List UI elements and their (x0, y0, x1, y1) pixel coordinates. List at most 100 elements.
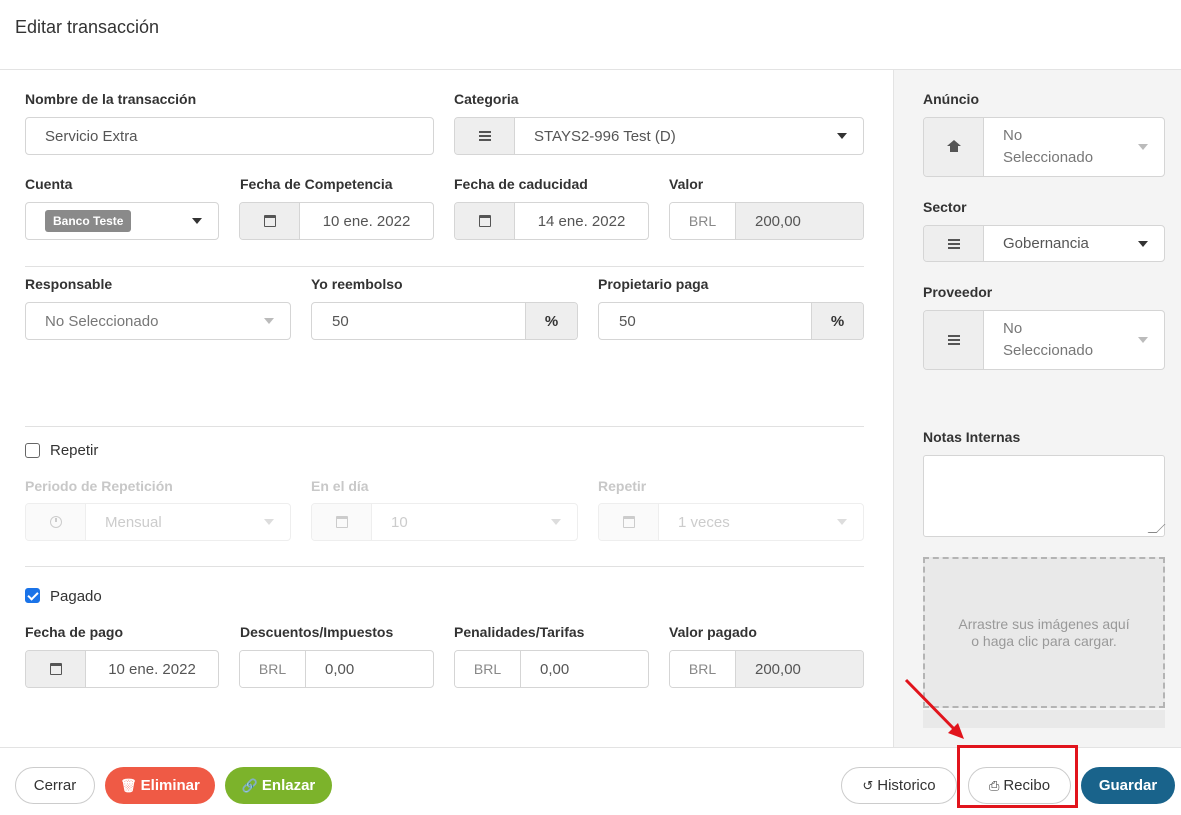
chevron-down-icon (264, 318, 274, 324)
provider-value: No Seleccionado (1003, 320, 1094, 359)
transaction-name-value: Servicio Extra (45, 127, 138, 145)
due-date-label: Fecha de caducidad (454, 176, 588, 192)
link-icon: 🔗 (241, 777, 258, 793)
history-button[interactable]: ↺ Historico (841, 767, 957, 804)
chevron-down-icon (1138, 144, 1148, 150)
repeat-times-value: 1 veces (678, 513, 730, 531)
sector-select[interactable]: Gobernancia (923, 225, 1165, 262)
repeat-day-value: 10 (391, 513, 408, 531)
competence-date-label: Fecha de Competencia (240, 176, 393, 192)
divider (25, 266, 864, 267)
discounts-value: 0,00 (325, 660, 355, 678)
close-button-label: Cerrar (33, 777, 77, 794)
calendar-icon (455, 203, 515, 239)
history-icon: ↺ (862, 777, 874, 793)
repeat-period-label: Periodo de Repetición (25, 478, 173, 494)
transaction-name-input[interactable]: Servicio Extra (25, 117, 434, 155)
category-select[interactable]: STAYS2-996 Test (D) (454, 117, 864, 155)
list-icon (924, 311, 984, 369)
currency-addon: BRL (455, 651, 521, 687)
competence-date-input[interactable]: 10 ene. 2022 (239, 202, 434, 240)
calendar-icon (312, 504, 372, 540)
chevron-down-icon (551, 519, 561, 525)
due-date-input[interactable]: 14 ene. 2022 (454, 202, 649, 240)
chevron-down-icon (837, 519, 847, 525)
penalties-input[interactable]: BRL 0,00 (454, 650, 649, 688)
listing-value: No Seleccionado (1003, 127, 1094, 166)
save-button-label: Guardar (1098, 777, 1158, 794)
provider-select[interactable]: No Seleccionado (923, 310, 1165, 370)
payment-date-value: 10 ene. 2022 (108, 660, 196, 678)
repeat-times-select[interactable]: 1 veces (598, 503, 864, 541)
save-button[interactable]: Guardar (1081, 767, 1175, 804)
currency-addon: BRL (240, 651, 306, 687)
discounts-input[interactable]: BRL 0,00 (239, 650, 434, 688)
paid-amount-label: Valor pagado (669, 624, 757, 640)
payment-date-input[interactable]: 10 ene. 2022 (25, 650, 219, 688)
category-label: Categoria (454, 91, 519, 107)
account-label: Cuenta (25, 176, 73, 192)
repeat-day-select[interactable]: 10 (311, 503, 578, 541)
list-icon (924, 226, 984, 261)
divider (25, 566, 864, 567)
percent-addon: % (525, 303, 577, 339)
payment-date-label: Fecha de pago (25, 624, 124, 640)
amount-input: BRL 200,00 (669, 202, 864, 240)
repeat-label: Repetir (50, 442, 99, 459)
clock-icon (26, 504, 86, 540)
reimburse-label: Yo reembolso (311, 276, 403, 292)
chevron-down-icon (1138, 240, 1148, 247)
penalties-value: 0,00 (540, 660, 570, 678)
delete-button-label: Eliminar (140, 777, 200, 794)
amount-label: Valor (669, 176, 704, 192)
listing-select[interactable]: No Seleccionado (923, 117, 1165, 177)
chevron-down-icon (264, 519, 274, 525)
close-button[interactable]: Cerrar (15, 767, 95, 804)
dropzone-text: Arrastre sus imágenes aquí o haga clic p… (958, 615, 1130, 649)
owner-pays-label: Propietario paga (598, 276, 709, 292)
responsible-label: Responsable (25, 276, 113, 292)
chevron-down-icon (192, 218, 202, 224)
link-button-label: Enlazar (261, 777, 316, 794)
modal-title: Editar transacción (15, 17, 160, 37)
reimburse-value: 50 (332, 312, 349, 330)
discounts-label: Descuentos/Impuestos (240, 624, 394, 640)
account-select[interactable]: Banco Teste (25, 202, 219, 240)
home-icon (924, 118, 984, 176)
trash-icon: 🗑 (120, 777, 137, 793)
repeat-times-label: Repetir (598, 478, 647, 494)
name-label: Nombre de la transacción (25, 91, 197, 107)
category-value: STAYS2-996 Test (D) (534, 127, 676, 145)
calendar-icon (599, 504, 659, 540)
calendar-icon (26, 651, 86, 687)
repeat-period-value: Mensual (105, 513, 162, 531)
due-date-value: 14 ene. 2022 (537, 212, 626, 230)
responsible-value: No Seleccionado (45, 312, 159, 330)
sector-value: Gobernancia (1003, 235, 1089, 252)
currency-addon: BRL (670, 651, 736, 687)
notes-textarea[interactable] (923, 455, 1165, 537)
notes-label: Notas Internas (923, 429, 1021, 445)
percent-addon: % (811, 303, 863, 339)
reimburse-input[interactable]: 50 % (311, 302, 578, 340)
sector-label: Sector (923, 199, 967, 215)
highlight-box (957, 745, 1078, 808)
delete-button[interactable]: 🗑 Eliminar (105, 767, 215, 804)
repeat-period-select[interactable]: Mensual (25, 503, 291, 541)
account-badge: Banco Teste (45, 210, 132, 232)
provider-label: Proveedor (923, 284, 993, 300)
competence-date-value: 10 ene. 2022 (322, 212, 411, 230)
paid-label: Pagado (50, 588, 102, 605)
calendar-icon (240, 203, 300, 239)
listing-label: Anúncio (923, 91, 979, 107)
annotation-arrow-icon (904, 678, 964, 739)
currency-addon: BRL (670, 203, 736, 239)
modal-header: Editar transacción (0, 0, 1181, 70)
penalties-label: Penalidades/Tarifas (454, 624, 585, 640)
repeat-checkbox[interactable] (25, 443, 40, 458)
owner-pays-input[interactable]: 50 % (598, 302, 864, 340)
link-button[interactable]: 🔗 Enlazar (225, 767, 332, 804)
paid-checkbox[interactable] (25, 588, 40, 603)
paid-amount-value: 200,00 (736, 651, 863, 687)
responsible-select[interactable]: No Seleccionado (25, 302, 291, 340)
